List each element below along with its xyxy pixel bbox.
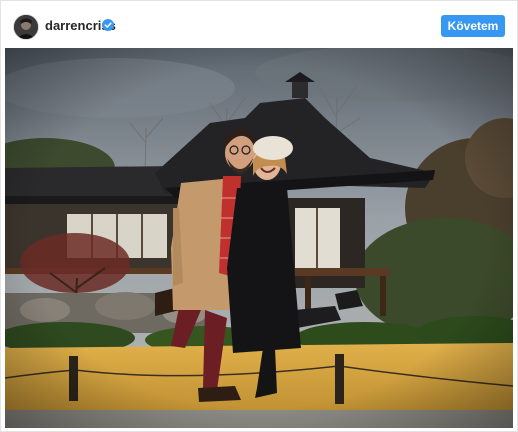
profile-avatar[interactable] (13, 14, 39, 40)
verified-badge-icon (102, 18, 114, 31)
follow-button[interactable]: Követem (441, 15, 505, 37)
post-card: darrencriss Követem (0, 0, 518, 432)
post-photo[interactable] (5, 48, 513, 428)
post-header: darrencriss Követem (1, 1, 517, 47)
